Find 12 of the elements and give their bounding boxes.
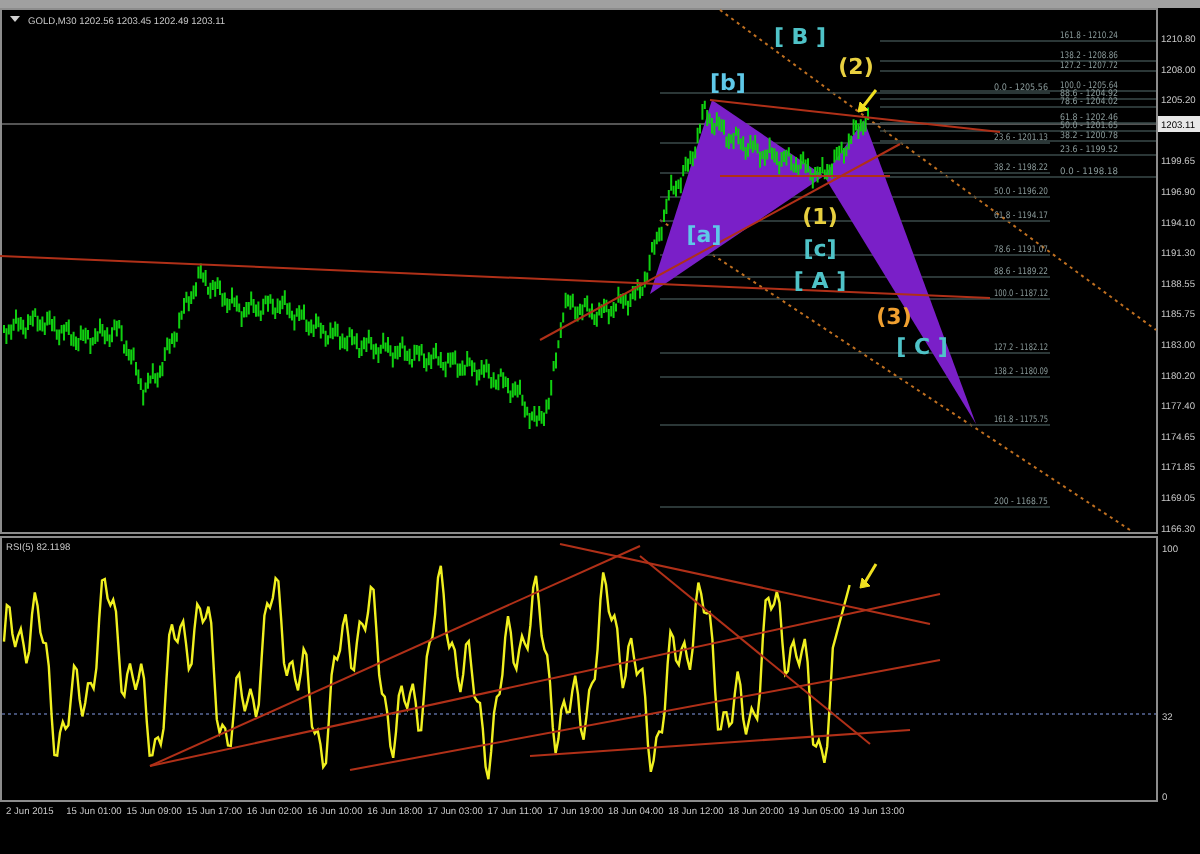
wave-label: [a] [686,222,722,248]
wave-label: [ C ] [896,334,948,360]
arrow-icon [859,563,878,589]
wave-label: (1) [802,204,838,230]
wave-label: [b] [710,70,746,96]
arrow-icon [857,89,878,113]
wave-label: (3) [876,304,912,330]
dropdown-triangle-icon [10,16,20,22]
wave-label: (2) [838,54,874,80]
wave-label: [ A ] [793,268,847,294]
wave-label: [ B ] [773,24,827,50]
wave-label: [c] [803,236,837,262]
